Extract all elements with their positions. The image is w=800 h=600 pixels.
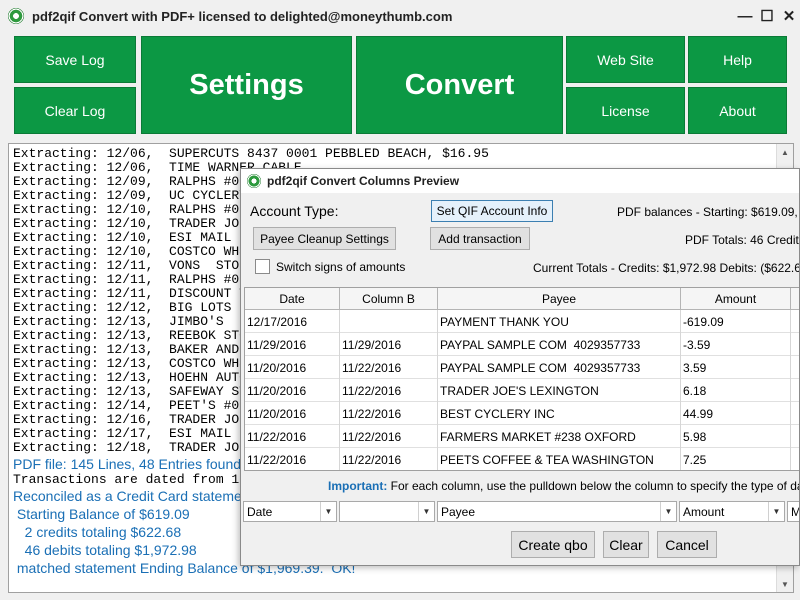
switch-signs-checkbox[interactable]	[255, 259, 270, 274]
column-type-select-extra-value: Me	[791, 504, 800, 519]
table-cell[interactable]: 12/17/2016	[245, 310, 340, 333]
column-type-select-payee[interactable]: Payee ▼	[437, 501, 677, 522]
chevron-down-icon[interactable]: ▼	[418, 502, 434, 521]
table-row[interactable]: 12/17/2016 PAYMENT THANK YOU -619.09	[245, 310, 799, 333]
chevron-down-icon[interactable]: ▼	[768, 502, 784, 521]
add-transaction-button[interactable]: Add transaction	[430, 227, 530, 250]
switch-signs-label: Switch signs of amounts	[276, 260, 406, 274]
pdf-balances-text: PDF balances - Starting: $619.09, Ending…	[617, 205, 799, 219]
important-text: For each column, use the pulldown below …	[387, 479, 800, 493]
create-qbo-button[interactable]: Create qbo	[511, 531, 595, 558]
about-button[interactable]: About	[688, 87, 787, 134]
table-row[interactable]: 11/20/2016 11/22/2016 PAYPAL SAMPLE COM 40…	[245, 356, 799, 379]
column-type-select-amount-value: Amount	[683, 504, 725, 519]
dialog-logo-icon	[247, 174, 261, 188]
column-type-select-date[interactable]: Date ▼	[243, 501, 337, 522]
title-bar: pdf2qif Convert with PDF+ licensed to de…	[0, 0, 800, 32]
scroll-down-icon[interactable]: ▼	[777, 576, 793, 592]
table-cell[interactable]: TRADER JOE'S LEXINGTON	[438, 379, 681, 402]
table-cell[interactable]: 11/22/2016	[340, 356, 438, 379]
table-cell[interactable]: 11/20/2016	[245, 356, 340, 379]
column-header-payee[interactable]: Payee	[438, 288, 681, 310]
table-cell[interactable]: 11/22/2016	[340, 425, 438, 448]
app-logo-icon	[8, 8, 24, 24]
save-log-button[interactable]: Save Log	[14, 36, 136, 83]
table-cell[interactable]: 11/22/2016	[340, 379, 438, 402]
column-type-select-payee-value: Payee	[441, 504, 476, 519]
app-window: pdf2qif Convert with PDF+ licensed to de…	[0, 0, 800, 600]
table-row[interactable]: 11/20/2016 11/22/2016 BEST CYCLERY INC 44.9…	[245, 402, 799, 425]
table-cell[interactable]: 6.18	[681, 379, 791, 402]
table-cell[interactable]: 11/22/2016	[245, 425, 340, 448]
table-cell[interactable]: FARMERS MARKET #238 OXFORD	[438, 425, 681, 448]
chevron-down-icon[interactable]: ▼	[660, 502, 676, 521]
table-cell[interactable]: PAYMENT THANK YOU	[438, 310, 681, 333]
table-row[interactable]: 11/20/2016 11/22/2016 TRADER JOE'S LEXINGT…	[245, 379, 799, 402]
table-cell[interactable]: 7.25	[681, 448, 791, 470]
table-row[interactable]: 11/29/2016 11/29/2016 PAYPAL SAMPLE COM 40…	[245, 333, 799, 356]
column-header-amount[interactable]: Amount	[681, 288, 791, 310]
current-totals-text: Current Totals - Credits: $1,972.98 Debi…	[533, 261, 800, 275]
table-cell[interactable]: PAYPAL SAMPLE COM 4029357733	[438, 333, 681, 356]
scroll-up-icon[interactable]: ▲	[777, 144, 793, 160]
important-label: Important:	[328, 479, 388, 493]
table-header: Date Column B Payee Amount	[245, 288, 799, 310]
log-line: Extracting: 12/06, SUPERCUTS 8437 0001 P…	[13, 146, 489, 161]
convert-button[interactable]: Convert	[356, 36, 563, 134]
web-site-button[interactable]: Web Site	[566, 36, 685, 83]
table-cell[interactable]: 11/22/2016	[245, 448, 340, 470]
column-type-select-amount[interactable]: Amount ▼	[679, 501, 785, 522]
license-button[interactable]: License	[566, 87, 685, 134]
table-cell[interactable]: PEETS COFFEE & TEA WASHINGTON	[438, 448, 681, 470]
table-cell[interactable]: BEST CYCLERY INC	[438, 402, 681, 425]
cancel-button[interactable]: Cancel	[657, 531, 717, 558]
minimize-button[interactable]: —	[734, 0, 756, 32]
account-type-label: Account Type:	[250, 203, 339, 219]
table-row[interactable]: 11/22/2016 11/22/2016 PEETS COFFEE & TEA W…	[245, 448, 799, 470]
column-type-select-extra[interactable]: Me	[787, 501, 800, 522]
table-cell[interactable]: PAYPAL SAMPLE COM 4029357733	[438, 356, 681, 379]
column-type-select-date-value: Date	[247, 504, 273, 519]
clear-button[interactable]: Clear	[603, 531, 649, 558]
help-button[interactable]: Help	[688, 36, 787, 83]
dialog-title: pdf2qif Convert Columns Preview	[267, 174, 460, 188]
columns-preview-dialog: pdf2qif Convert Columns Preview Account …	[240, 168, 800, 566]
chevron-down-icon[interactable]: ▼	[320, 502, 336, 521]
maximize-button[interactable]: ☐	[756, 0, 778, 32]
table-cell[interactable]: 11/20/2016	[245, 379, 340, 402]
dialog-title-bar: pdf2qif Convert Columns Preview	[241, 169, 799, 193]
column-header-column-b[interactable]: Column B	[340, 288, 438, 310]
toolbar: Save Log Clear Log Settings Convert Web …	[10, 34, 790, 138]
important-note: Important: For each column, use the pull…	[328, 479, 800, 493]
table-cell[interactable]: 11/20/2016	[245, 402, 340, 425]
table-cell[interactable]: -619.09	[681, 310, 791, 333]
table-cell[interactable]: -3.59	[681, 333, 791, 356]
table-cell[interactable]: 3.59	[681, 356, 791, 379]
close-button[interactable]: ✕	[778, 0, 800, 32]
window-title: pdf2qif Convert with PDF+ licensed to de…	[32, 8, 453, 24]
table-cell[interactable]: 44.99	[681, 402, 791, 425]
table-cell[interactable]: 11/22/2016	[340, 402, 438, 425]
clear-log-button[interactable]: Clear Log	[14, 87, 136, 134]
column-header-date[interactable]: Date	[245, 288, 340, 310]
window-controls: — ☐ ✕	[734, 0, 800, 32]
table-cell[interactable]: 11/29/2016	[245, 333, 340, 356]
preview-table[interactable]: Date Column B Payee Amount 12/17/2016 PAY…	[244, 287, 799, 471]
table-row[interactable]: 11/22/2016 11/22/2016 FARMERS MARKET #238 …	[245, 425, 799, 448]
table-cell[interactable]: 11/22/2016	[340, 448, 438, 470]
table-cell[interactable]	[340, 310, 438, 333]
table-cell[interactable]: 11/29/2016	[340, 333, 438, 356]
set-qif-account-info-button[interactable]: Set QIF Account Info	[431, 200, 553, 222]
column-type-select-column-b[interactable]: ▼	[339, 501, 435, 522]
pdf-totals-text: PDF Totals: 46 Credits	[685, 233, 800, 247]
table-cell[interactable]: 5.98	[681, 425, 791, 448]
payee-cleanup-settings-button[interactable]: Payee Cleanup Settings	[253, 227, 396, 250]
settings-button[interactable]: Settings	[141, 36, 352, 134]
